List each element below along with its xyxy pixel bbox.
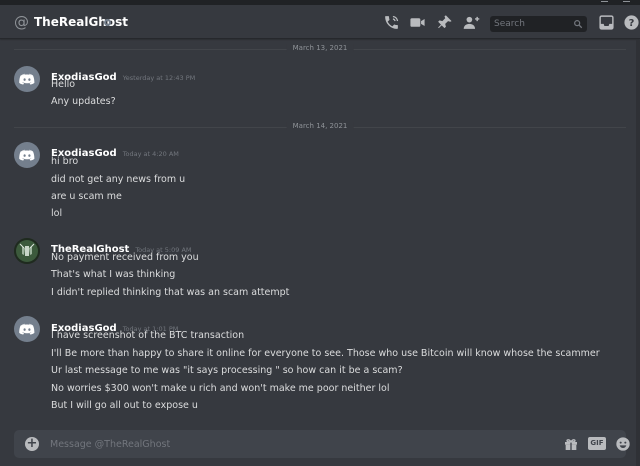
emoji-icon[interactable] bbox=[615, 436, 631, 452]
discord-logo-avatar bbox=[19, 149, 35, 161]
discord-logo-avatar bbox=[19, 73, 35, 85]
message-line: I didn't replied thinking that was an sc… bbox=[51, 287, 290, 298]
channel-header: @ TheRealGhost ? bbox=[0, 5, 640, 39]
date-divider-label: March 14, 2021 bbox=[286, 122, 354, 130]
search-box[interactable] bbox=[490, 16, 587, 32]
status-offline-icon bbox=[104, 19, 111, 26]
discord-logo-avatar bbox=[19, 323, 35, 335]
message-line: No worries $300 won't make u rich and wo… bbox=[51, 383, 390, 394]
avatar[interactable] bbox=[14, 316, 40, 342]
svg-text:?: ? bbox=[629, 18, 635, 29]
message-line: Ur last message to me was "it says proce… bbox=[51, 365, 403, 376]
message-line: lol bbox=[51, 208, 63, 219]
message-line: did not get any news from u bbox=[51, 174, 186, 185]
ghost-avatar bbox=[14, 238, 40, 264]
date-divider: March 13, 2021 bbox=[14, 44, 626, 52]
message-composer: + GIF bbox=[14, 430, 630, 458]
message-line: are u scam me bbox=[51, 191, 122, 202]
message-timestamp: Today at 4:20 AM bbox=[122, 150, 179, 158]
message-line: hi bro bbox=[51, 156, 79, 167]
plus-icon[interactable]: + bbox=[25, 437, 39, 451]
date-divider: March 14, 2021 bbox=[14, 122, 626, 130]
message-line: No payment received from you bbox=[51, 252, 199, 263]
avatar[interactable] bbox=[14, 142, 40, 168]
message-line: Hello bbox=[51, 79, 76, 90]
avatar[interactable] bbox=[14, 238, 40, 264]
minimize-icon[interactable] bbox=[601, 1, 608, 2]
phone-call-icon[interactable] bbox=[383, 14, 400, 31]
channel-name: TheRealGhost bbox=[34, 15, 128, 29]
message-line: Any updates? bbox=[51, 96, 116, 107]
magnifier-icon bbox=[574, 20, 583, 29]
scrollbar-track[interactable] bbox=[636, 40, 640, 466]
message-line: I'll Be more than happy to share it onli… bbox=[51, 348, 600, 359]
video-camera-icon[interactable] bbox=[409, 14, 426, 31]
gift-icon[interactable] bbox=[563, 436, 579, 452]
message-line: That's what I was thinking bbox=[51, 269, 176, 280]
message-input[interactable] bbox=[50, 436, 530, 452]
message-line: But I will go all out to expose u bbox=[51, 400, 198, 411]
message-line: I have screenshot of the BTC transaction bbox=[51, 330, 245, 341]
message-timestamp: Yesterday at 12:43 PM bbox=[122, 74, 196, 82]
add-member-icon[interactable] bbox=[463, 14, 480, 31]
at-icon: @ bbox=[14, 13, 29, 31]
gif-button[interactable]: GIF bbox=[588, 437, 606, 450]
pin-icon[interactable] bbox=[436, 14, 453, 31]
date-divider-label: March 13, 2021 bbox=[286, 44, 354, 52]
avatar[interactable] bbox=[14, 66, 40, 92]
help-icon[interactable]: ? bbox=[623, 14, 640, 31]
search-input[interactable] bbox=[494, 17, 570, 31]
inbox-icon[interactable] bbox=[598, 14, 615, 31]
maximize-icon[interactable] bbox=[623, 1, 630, 2]
